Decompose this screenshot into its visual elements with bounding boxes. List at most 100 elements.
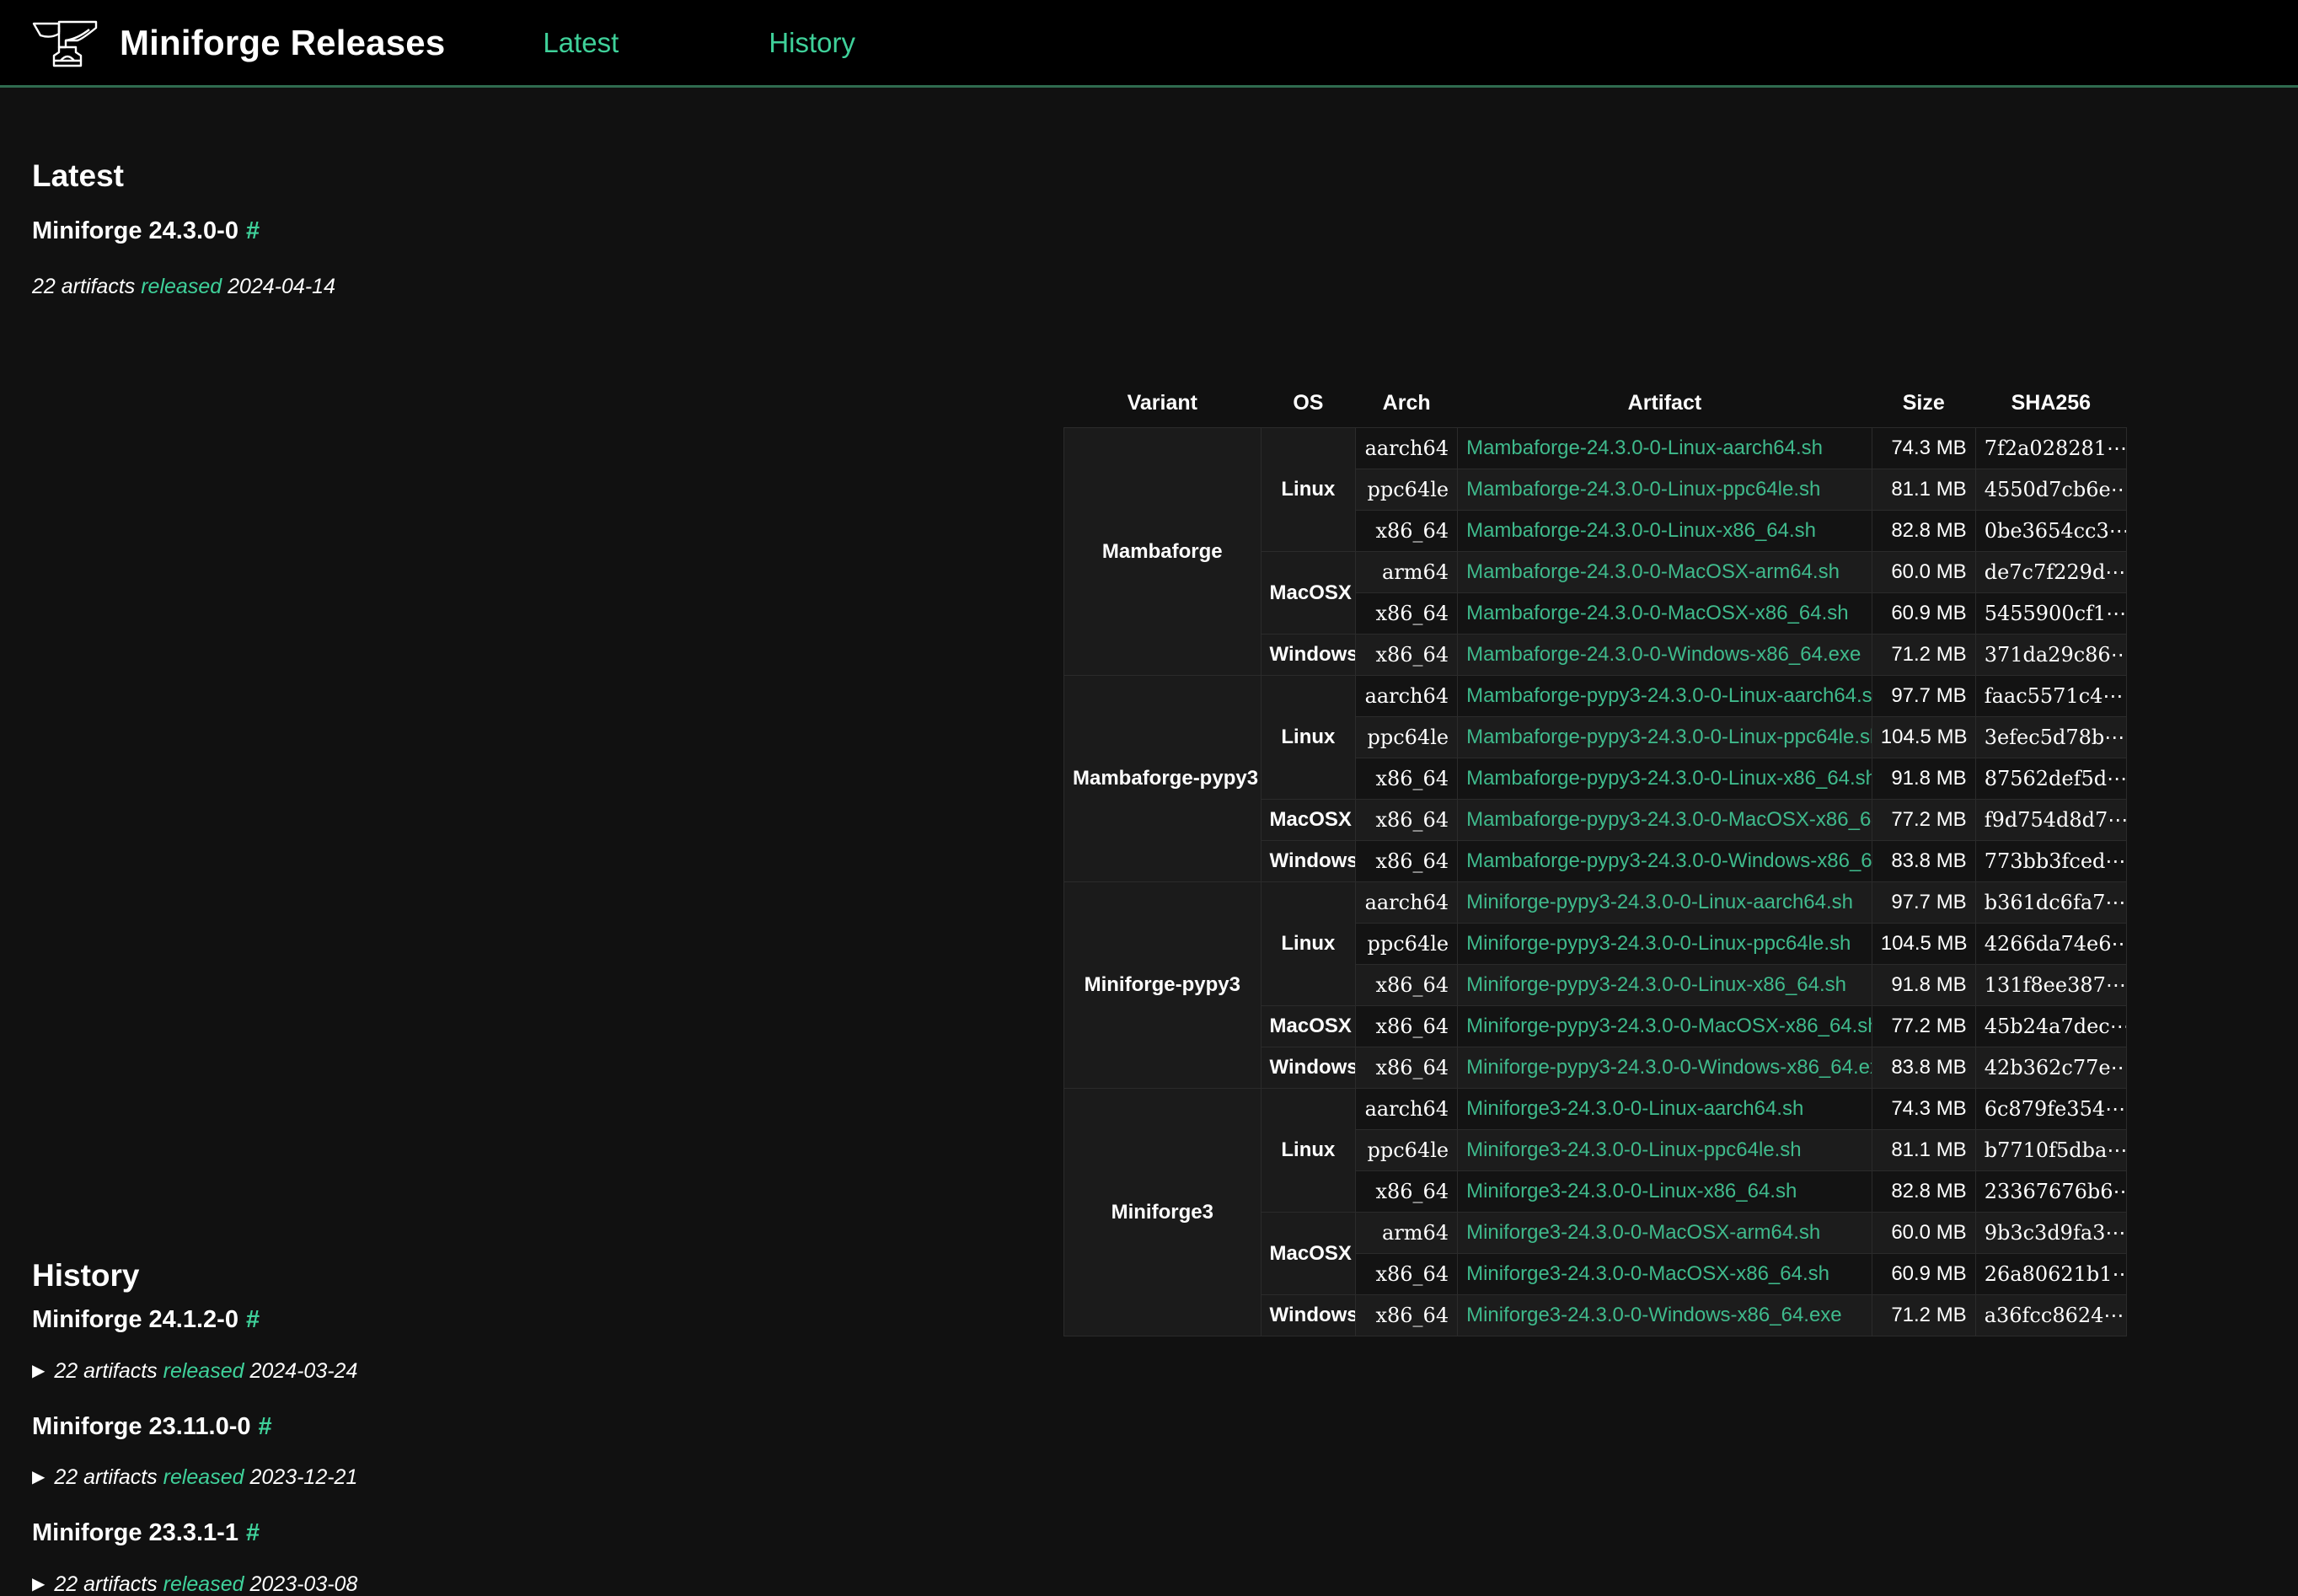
cell-artifact: Mambaforge-24.3.0-0-Linux-aarch64.sh <box>1457 427 1872 469</box>
cell-size: 104.5 MB <box>1871 716 1976 758</box>
artifact-download-link[interactable]: Mambaforge-pypy3-24.3.0-0-MacOSX-x86_64.… <box>1466 808 1871 831</box>
history-released-label: released <box>163 1359 244 1383</box>
cell-arch: x86_64 <box>1355 799 1459 841</box>
cell-artifact: Mambaforge-pypy3-24.3.0-0-Linux-ppc64le.… <box>1457 716 1872 758</box>
artifact-download-link[interactable]: Miniforge3-24.3.0-0-Linux-ppc64le.sh <box>1466 1138 1802 1161</box>
cell-arch: x86_64 <box>1355 758 1459 800</box>
cell-artifact: Miniforge3-24.3.0-0-Windows-x86_64.exe <box>1457 1294 1872 1336</box>
cell-arch: x86_64 <box>1355 840 1459 882</box>
cell-sha256: b361dc6fa7⋯ <box>1974 881 2128 924</box>
cell-sha256: 773bb3fced⋯ <box>1974 840 2128 882</box>
cell-size: 77.2 MB <box>1871 1005 1976 1047</box>
cell-sha256: 7f2a028281⋯ <box>1974 427 2128 469</box>
artifact-download-link[interactable]: Miniforge3-24.3.0-0-Windows-x86_64.exe <box>1466 1304 1842 1326</box>
artifact-download-link[interactable]: Mambaforge-24.3.0-0-Linux-ppc64le.sh <box>1466 478 1820 501</box>
artifact-download-link[interactable]: Mambaforge-24.3.0-0-Linux-aarch64.sh <box>1466 436 1823 459</box>
artifact-download-link[interactable]: Mambaforge-24.3.0-0-MacOSX-arm64.sh <box>1466 560 1840 583</box>
cell-artifact: Miniforge-pypy3-24.3.0-0-Linux-aarch64.s… <box>1457 881 1872 924</box>
nav-link-history[interactable]: History <box>738 27 886 59</box>
table-header-row: Variant OS Arch Artifact Size SHA256 <box>1063 384 2127 428</box>
cell-size: 91.8 MB <box>1871 964 1976 1006</box>
history-released-label: released <box>163 1465 244 1489</box>
cell-sha256: 42b362c77e⋯ <box>1974 1047 2128 1089</box>
cell-arch: x86_64 <box>1355 1005 1459 1047</box>
cell-sha256: 87562def5d⋯ <box>1974 758 2128 800</box>
artifact-download-link[interactable]: Miniforge3-24.3.0-0-MacOSX-x86_64.sh <box>1466 1262 1829 1285</box>
artifact-download-link[interactable]: Miniforge-pypy3-24.3.0-0-MacOSX-x86_64.s… <box>1466 1015 1871 1037</box>
cell-arch: arm64 <box>1355 1212 1459 1254</box>
cell-os: MacOSX <box>1260 1212 1357 1295</box>
cell-arch: x86_64 <box>1355 1170 1459 1213</box>
history-release-name: Miniforge 23.3.1-1 <box>32 1519 238 1546</box>
disclosure-triangle-icon[interactable]: ▶ <box>32 1360 45 1381</box>
cell-size: 60.0 MB <box>1871 551 1976 593</box>
cell-arch: x86_64 <box>1355 1253 1459 1295</box>
latest-release-meta: 22 artifacts released 2024-04-14 <box>32 275 335 299</box>
cell-artifact: Mambaforge-24.3.0-0-Windows-x86_64.exe <box>1457 634 1872 676</box>
artifact-download-link[interactable]: Mambaforge-pypy3-24.3.0-0-Linux-aarch64.… <box>1466 684 1871 707</box>
artifacts-table-body: Mambaforge Linux aarch64 Mambaforge-24.3.0-… <box>1063 427 2128 1336</box>
history-release-title: Miniforge 24.1.2-0 # <box>32 1306 260 1334</box>
cell-size: 91.8 MB <box>1871 758 1976 800</box>
cell-sha256: 131f8ee387⋯ <box>1974 964 2128 1006</box>
cell-size: 77.2 MB <box>1871 799 1976 841</box>
cell-artifact: Miniforge3-24.3.0-0-Linux-aarch64.sh <box>1457 1088 1872 1130</box>
nav-link-latest[interactable]: Latest <box>512 27 649 59</box>
artifact-download-link[interactable]: Miniforge-pypy3-24.3.0-0-Linux-aarch64.s… <box>1466 891 1853 913</box>
artifact-download-link[interactable]: Miniforge-pypy3-24.3.0-0-Linux-x86_64.sh <box>1466 973 1846 996</box>
history-release-anchor-link[interactable]: # <box>246 1519 260 1546</box>
cell-os: Linux <box>1260 427 1357 552</box>
cell-size: 71.2 MB <box>1871 634 1976 676</box>
cell-sha256: 26a80621b1⋯ <box>1974 1253 2128 1295</box>
cell-arch: aarch64 <box>1355 427 1459 469</box>
section-heading-latest: Latest <box>32 158 124 193</box>
cell-artifact: Miniforge-pypy3-24.3.0-0-Linux-ppc64le.s… <box>1457 923 1872 965</box>
brand: Miniforge Releases <box>29 13 445 72</box>
artifact-download-link[interactable]: Mambaforge-pypy3-24.3.0-0-Linux-ppc64le.… <box>1466 726 1871 748</box>
cell-os: MacOSX <box>1260 799 1357 841</box>
cell-arch: x86_64 <box>1355 510 1459 552</box>
artifact-download-link[interactable]: Miniforge3-24.3.0-0-Linux-aarch64.sh <box>1466 1097 1803 1120</box>
artifact-download-link[interactable]: Mambaforge-pypy3-24.3.0-0-Linux-x86_64.s… <box>1466 767 1871 790</box>
history-release-meta[interactable]: ▶ 22 artifacts released 2023-03-08 <box>32 1572 357 1596</box>
history-release-name: Miniforge 23.11.0-0 <box>32 1413 251 1440</box>
cell-artifact: Mambaforge-pypy3-24.3.0-0-MacOSX-x86_64.… <box>1457 799 1872 841</box>
cell-sha256: 9b3c3d9fa3⋯ <box>1974 1212 2128 1254</box>
cell-artifact: Miniforge-pypy3-24.3.0-0-Windows-x86_64.… <box>1457 1047 1872 1089</box>
artifact-download-link[interactable]: Miniforge3-24.3.0-0-Linux-x86_64.sh <box>1466 1180 1797 1202</box>
cell-arch: x86_64 <box>1355 634 1459 676</box>
cell-os: MacOSX <box>1260 1005 1357 1047</box>
history-release-anchor-link[interactable]: # <box>246 1306 260 1333</box>
artifact-download-link[interactable]: Mambaforge-pypy3-24.3.0-0-Windows-x86_64… <box>1466 849 1871 872</box>
history-release-meta[interactable]: ▶ 22 artifacts released 2024-03-24 <box>32 1359 357 1384</box>
history-artifact-count: 22 artifacts <box>54 1572 158 1596</box>
cell-size: 60.9 MB <box>1871 592 1976 635</box>
table-row: Mambaforge Linux aarch64 Mambaforge-24.3.0-… <box>1063 427 2128 676</box>
latest-released-label: released <box>141 275 222 298</box>
artifact-download-link[interactable]: Mambaforge-24.3.0-0-Windows-x86_64.exe <box>1466 643 1861 666</box>
cell-arch: arm64 <box>1355 551 1459 593</box>
cell-arch: aarch64 <box>1355 881 1459 924</box>
artifact-download-link[interactable]: Mambaforge-24.3.0-0-MacOSX-x86_64.sh <box>1466 602 1849 624</box>
latest-released-date: 2024-04-14 <box>228 275 335 298</box>
artifact-download-link[interactable]: Mambaforge-24.3.0-0-Linux-x86_64.sh <box>1466 519 1816 542</box>
cell-variant: Miniforge3 <box>1063 1088 1261 1336</box>
cell-sha256: de7c7f229d⋯ <box>1974 551 2128 593</box>
disclosure-triangle-icon[interactable]: ▶ <box>32 1573 45 1594</box>
artifact-download-link[interactable]: Miniforge-pypy3-24.3.0-0-Windows-x86_64.… <box>1466 1056 1871 1079</box>
cell-artifact: Mambaforge-24.3.0-0-Linux-ppc64le.sh <box>1457 469 1872 511</box>
artifacts-table-head: Variant OS Arch Artifact Size SHA256 <box>1063 384 2127 428</box>
cell-artifact: Miniforge3-24.3.0-0-MacOSX-x86_64.sh <box>1457 1253 1872 1295</box>
history-release-meta[interactable]: ▶ 22 artifacts released 2023-12-21 <box>32 1465 357 1490</box>
artifact-download-link[interactable]: Miniforge-pypy3-24.3.0-0-Linux-ppc64le.s… <box>1466 932 1851 955</box>
history-release-anchor-link[interactable]: # <box>259 1413 272 1440</box>
cell-os: Windows <box>1260 1047 1357 1089</box>
site-header: Miniforge Releases Latest History <box>0 0 2298 88</box>
cell-size: 60.9 MB <box>1871 1253 1976 1295</box>
disclosure-triangle-icon[interactable]: ▶ <box>32 1466 45 1487</box>
cell-os: Linux <box>1260 1088 1357 1213</box>
latest-release-anchor-link[interactable]: # <box>246 217 260 244</box>
artifact-download-link[interactable]: Miniforge3-24.3.0-0-MacOSX-arm64.sh <box>1466 1221 1820 1244</box>
cell-artifact: Mambaforge-24.3.0-0-MacOSX-x86_64.sh <box>1457 592 1872 635</box>
cell-arch: ppc64le <box>1355 716 1459 758</box>
